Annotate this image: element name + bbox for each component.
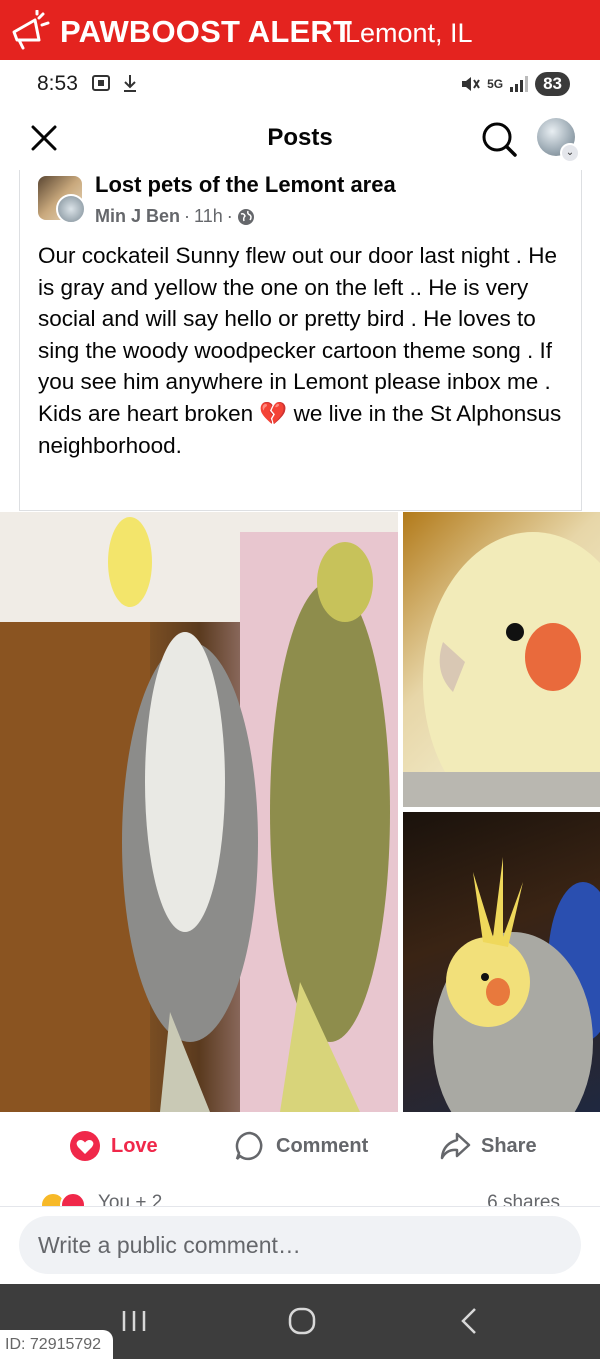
comment-label: Comment (276, 1134, 369, 1157)
post-actions: Love Comment Share (0, 1120, 600, 1175)
love-label: Love (111, 1134, 158, 1157)
pawboost-banner: PAWBOOST ALERT Lemont, IL (0, 0, 600, 60)
comment-icon (235, 1131, 263, 1161)
post-meta: Min J Ben · 11h · (95, 206, 255, 227)
screenshot-download-icons (92, 75, 136, 92)
group-name[interactable]: Lost pets of the Lemont area (95, 172, 396, 198)
banner-location: Lemont, IL (345, 18, 473, 48)
banner-brand: PAWBOOST ALERT (60, 14, 353, 49)
love-reaction-icon (60, 1192, 86, 1206)
share-label: Share (481, 1134, 537, 1157)
post-text: Our cockateil Sunny flew out our door la… (38, 243, 562, 458)
reactions-count: You + 2 (98, 1192, 163, 1206)
search-icon[interactable] (480, 120, 518, 158)
posts-header: Posts ⌄ (0, 110, 600, 170)
comment-bar (0, 1206, 600, 1285)
shares-count[interactable]: 6 shares (487, 1192, 560, 1206)
comment-button[interactable]: Comment (234, 1130, 368, 1162)
photo-collage[interactable] (0, 512, 600, 1112)
author-avatar[interactable] (56, 194, 86, 224)
recent-apps-icon[interactable] (114, 1304, 154, 1338)
megaphone-icon (12, 10, 50, 50)
love-button[interactable]: Love (69, 1130, 158, 1162)
share-button[interactable]: Share (439, 1130, 537, 1162)
cockatiel-crest-photo[interactable] (403, 812, 600, 1112)
share-icon (440, 1132, 471, 1160)
image-id-label: ID: 72915792 (0, 1330, 113, 1359)
cockatiel-closeup-photo[interactable] (403, 512, 600, 807)
signal-icon (510, 76, 529, 92)
status-bar: 8:53 5G 83 (0, 60, 600, 110)
mute-icon (462, 77, 480, 91)
post-time[interactable]: 11h (194, 206, 223, 227)
love-icon (70, 1131, 100, 1161)
home-icon[interactable] (282, 1304, 322, 1338)
network-label: 5G (487, 77, 504, 91)
battery-level: 83 (535, 72, 570, 96)
cockatiel-pair-photo[interactable] (0, 512, 398, 1112)
comment-input[interactable] (19, 1216, 581, 1274)
status-time: 8:53 (37, 72, 78, 95)
meta-separator: · (226, 206, 233, 226)
meta-separator: · (184, 206, 191, 226)
reactions-summary[interactable]: You + 2 6 shares (40, 1188, 570, 1206)
author-name[interactable]: Min J Ben (95, 206, 180, 227)
globe-icon (237, 208, 254, 225)
back-icon[interactable] (450, 1304, 490, 1338)
chevron-down-icon[interactable]: ⌄ (560, 143, 580, 163)
